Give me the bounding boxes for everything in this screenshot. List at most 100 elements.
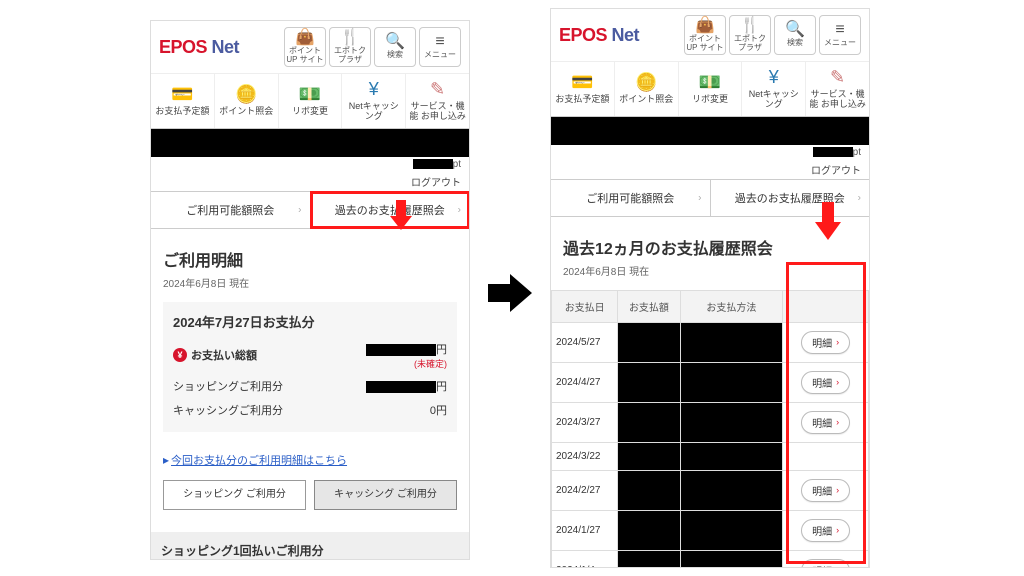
subtab-payment-history[interactable]: 過去のお支払履歴照会›: [711, 180, 870, 216]
cell-detail: 明細›: [783, 402, 869, 442]
subtab-limit[interactable]: ご利用可能額照会›: [551, 180, 711, 216]
cell-amount-redacted: [618, 442, 680, 470]
page-title: 過去12ヵ月のお支払履歴照会: [563, 235, 857, 259]
yen-badge-icon: ¥: [173, 348, 187, 362]
shopping-amount-value: 円: [366, 378, 447, 394]
menu-button[interactable]: ≡メニュー: [819, 15, 861, 55]
cell-method-redacted: [680, 510, 783, 550]
account-strip: [551, 117, 869, 145]
nav-pay-schedule[interactable]: 💳お支払予定額: [151, 74, 215, 128]
fork-icon: 🍴: [740, 18, 760, 34]
bag-icon: 👜: [295, 30, 315, 46]
logout-link[interactable]: ログアウト: [151, 172, 469, 191]
chevron-right-icon: ›: [836, 337, 839, 347]
usage-detail-section: ご利用明細 2024年6月8日 現在 2024年7月27日お支払分 ¥ お支払い総…: [151, 229, 469, 532]
chevron-right-icon: ›: [298, 204, 301, 215]
nav-row: 💳お支払予定額 🪙ポイント照会 💵リボ変更 ¥Netキャッシング ✎サービス・機…: [151, 74, 469, 129]
arrow-right-icon: [488, 270, 534, 316]
cell-detail: 明細›: [783, 470, 869, 510]
nav-revo[interactable]: 💵リボ変更: [679, 62, 743, 116]
payment-history-table: お支払日 お支払額 お支払方法 2024/5/27明細›2024/4/27明細›…: [551, 290, 869, 568]
logout-link[interactable]: ログアウト: [551, 160, 869, 179]
nav-service[interactable]: ✎サービス・機能 お申し込み: [406, 74, 469, 128]
payment-summary-box: 2024年7月27日お支払分 ¥お支払い総額 円(未確定) ショッピングご利用分…: [163, 302, 457, 432]
menu-icon: ≡: [435, 34, 444, 50]
cashing-amount-value: 0円: [430, 402, 447, 418]
shopping-onepay-section: ショッピング1回払いご利用分: [151, 532, 469, 560]
table-row: 2024/4/27明細›: [552, 362, 869, 402]
cell-method-redacted: [680, 470, 783, 510]
as-of-date: 2024年6月8日 現在: [163, 275, 457, 290]
chevron-right-icon: ›: [836, 377, 839, 387]
menu-button[interactable]: ≡メニュー: [419, 27, 461, 67]
card-icon: 💳: [171, 85, 193, 105]
red-arrow-icon: [390, 200, 416, 240]
cell-date: 2024/2/27: [552, 470, 618, 510]
payment-date-title: 2024年7月27日お支払分: [173, 312, 447, 331]
cell-date: 2024/1/27: [552, 510, 618, 550]
th-method: お支払方法: [680, 290, 783, 322]
search-icon: 🔍: [785, 22, 805, 38]
chevron-right-icon: ›: [458, 204, 461, 215]
th-amount: お支払額: [618, 290, 680, 322]
cashing-amount-label: キャッシングご利用分: [173, 402, 283, 418]
card-icon: 💳: [571, 73, 593, 93]
epotoku-plaza-button[interactable]: 🍴エポトク プラザ: [729, 15, 771, 55]
total-payment-label: お支払い総額: [191, 347, 257, 363]
subtab-limit[interactable]: ご利用可能額照会›: [151, 192, 311, 228]
epotoku-plaza-button[interactable]: 🍴エポトク プラザ: [329, 27, 371, 67]
cashing-usage-button[interactable]: キャッシング ご利用分: [314, 480, 457, 510]
table-row: 2024/3/22: [552, 442, 869, 470]
page-title: ご利用明細: [163, 247, 457, 271]
cell-detail: 明細›: [783, 322, 869, 362]
table-row: 2024/1/27 明細›: [552, 510, 869, 550]
nav-netcashing[interactable]: ¥Netキャッシング: [342, 74, 406, 128]
nav-revo[interactable]: 💵リボ変更: [279, 74, 343, 128]
detail-button[interactable]: 明細›: [801, 411, 850, 434]
pointup-site-button[interactable]: 👜ポイントUP サイト: [284, 27, 326, 67]
chevron-right-icon: ›: [836, 417, 839, 427]
red-arrow-icon: [815, 202, 841, 242]
detail-button[interactable]: 明細›: [801, 371, 850, 394]
nav-points[interactable]: 🪙ポイント照会: [215, 74, 279, 128]
th-date: お支払日: [552, 290, 618, 322]
pencil-icon: ✎: [830, 68, 845, 88]
menu-icon: ≡: [835, 22, 844, 38]
chevron-right-icon: ›: [698, 192, 701, 203]
coins-icon: 🪙: [635, 73, 657, 93]
nav-netcashing[interactable]: ¥Netキャッシング: [742, 62, 806, 116]
detail-button[interactable]: 明細›: [801, 559, 850, 568]
cell-method-redacted: [680, 362, 783, 402]
pencil-icon: ✎: [430, 80, 445, 100]
shopping-usage-button[interactable]: ショッピング ご利用分: [163, 480, 306, 510]
yen-phone-icon: ¥: [369, 80, 379, 100]
cell-date: 2024/3/27: [552, 402, 618, 442]
current-payment-detail-link[interactable]: 今回お支払分のご利用明細はこちら: [171, 452, 347, 468]
coins-icon: 🪙: [235, 85, 257, 105]
search-button[interactable]: 🔍検索: [774, 15, 816, 55]
nav-row: 💳お支払予定額 🪙ポイント照会 💵リボ変更 ¥Netキャッシング ✎サービス・機…: [551, 62, 869, 117]
detail-button[interactable]: 明細›: [801, 479, 850, 502]
subtabs: ご利用可能額照会› 過去のお支払履歴照会›: [151, 191, 469, 229]
pointup-site-button[interactable]: 👜ポイントUP サイト: [684, 15, 726, 55]
th-detail: [783, 290, 869, 322]
stack-icon: 💵: [699, 73, 721, 93]
header: EPOS Net 👜ポイントUP サイト 🍴エポトク プラザ 🔍検索 ≡メニュー: [151, 21, 469, 74]
search-button[interactable]: 🔍検索: [374, 27, 416, 67]
cell-method-redacted: [680, 442, 783, 470]
cell-amount-redacted: [618, 322, 680, 362]
detail-button[interactable]: 明細›: [801, 519, 850, 542]
screenshot-after: EPOS Net 👜ポイントUP サイト 🍴エポトク プラザ 🔍検索 ≡メニュー…: [550, 8, 870, 568]
total-payment-value: 円(未確定): [366, 341, 447, 370]
nav-points[interactable]: 🪙ポイント照会: [615, 62, 679, 116]
header: EPOS Net 👜ポイントUP サイト 🍴エポトク プラザ 🔍検索 ≡メニュー: [551, 9, 869, 62]
table-row: 2024/5/27明細›: [552, 322, 869, 362]
nav-pay-schedule[interactable]: 💳お支払予定額: [551, 62, 615, 116]
nav-service[interactable]: ✎サービス・機能 お申し込み: [806, 62, 869, 116]
account-info-row: pt: [151, 157, 469, 172]
detail-button[interactable]: 明細›: [801, 331, 850, 354]
cell-method-redacted: [680, 322, 783, 362]
screenshot-before: EPOS Net 👜ポイントUP サイト 🍴エポトク プラザ 🔍検索 ≡メニュー…: [150, 20, 470, 560]
epos-logo: EPOS Net: [159, 37, 281, 58]
redacted: [413, 159, 453, 169]
